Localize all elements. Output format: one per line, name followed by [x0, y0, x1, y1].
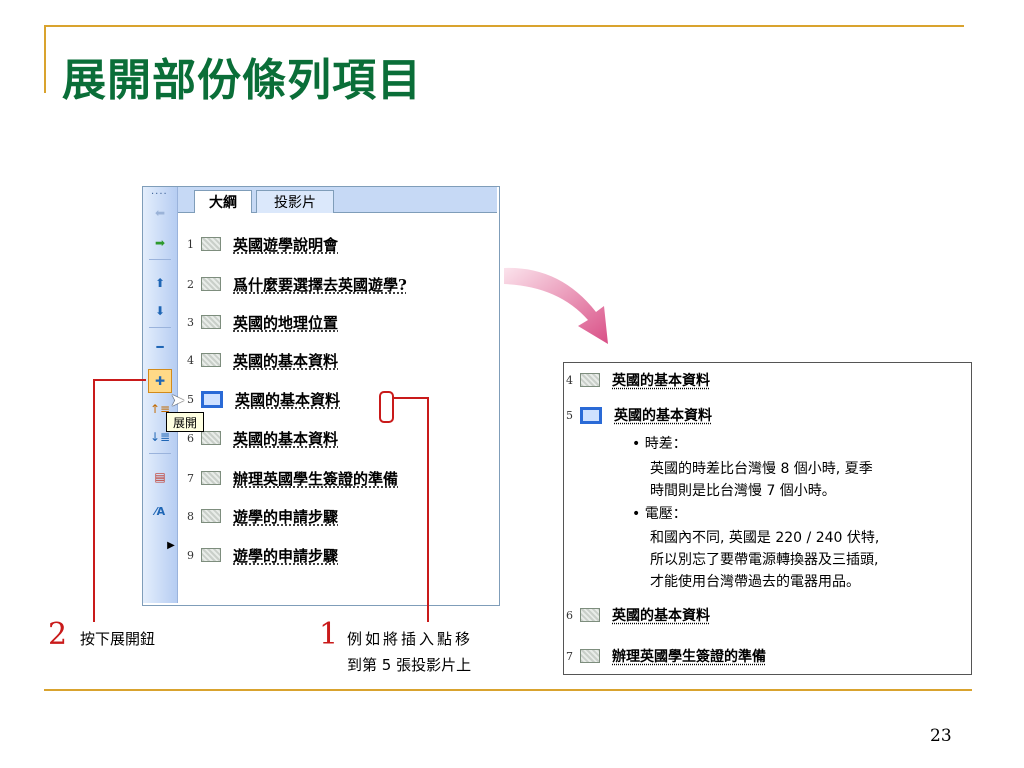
bullet-detail: 英國的時差比台灣慢 8 個小時, 夏季	[650, 461, 873, 477]
result-row-selected[interactable]: 5 英國的基本資料	[566, 404, 712, 426]
slide-number: 1	[187, 237, 194, 251]
slide-title-text[interactable]: 英國的基本資料	[612, 605, 710, 625]
slide-icon	[201, 237, 221, 251]
bullet-detail: 所以別忘了要帶電源轉換器及三插頭,	[650, 552, 879, 568]
slide-number: 9	[187, 548, 194, 562]
slide-title-text[interactable]: 英國遊學說明會	[233, 234, 338, 255]
outline-row[interactable]: 7 辦理英國學生簽證的準備	[187, 467, 398, 489]
toolbar-separator	[149, 259, 171, 260]
page-number: 23	[930, 726, 952, 746]
callout-line	[93, 379, 146, 381]
expand-icon[interactable]: ✚	[148, 369, 172, 393]
slide-number: 6	[187, 431, 194, 445]
slide-number: 7	[566, 649, 573, 663]
slide-number: 7	[187, 471, 194, 485]
slide-number: 8	[187, 509, 194, 523]
slide-icon	[201, 471, 221, 485]
slide-icon	[580, 608, 600, 622]
bullet-detail: 和國內不同, 英國是 220 / 240 伏特,	[650, 530, 880, 546]
slide-title-text[interactable]: 英國的基本資料	[614, 405, 712, 425]
step-1-text-line1: 例如將插入點移	[347, 630, 474, 648]
outline-row[interactable]: 1 英國遊學說明會	[187, 233, 338, 255]
slide-icon	[580, 649, 600, 663]
slide-icon	[201, 277, 221, 291]
outline-row[interactable]: 3 英國的地理位置	[187, 311, 338, 333]
slide-number: 6	[566, 608, 573, 622]
tab-outline[interactable]: 大綱	[194, 190, 252, 213]
slide-number: 4	[566, 373, 573, 387]
slide-title-text[interactable]: 英國的基本資料	[233, 428, 338, 449]
slide-title-text[interactable]: 爲什麼要選擇去英國遊學?	[233, 274, 407, 295]
slide-icon	[201, 353, 221, 367]
callout-line	[392, 397, 429, 399]
slide-title-text[interactable]: 英國的基本資料	[612, 370, 710, 390]
slide-title-text[interactable]: 遊學的申請步驟	[233, 506, 338, 527]
slide-title-text[interactable]: 遊學的申請步驟	[233, 545, 338, 566]
slide-number: 5	[187, 392, 194, 406]
move-up-icon[interactable]: ⬆	[150, 273, 170, 293]
slide-icon	[201, 390, 223, 408]
outline-row-selected[interactable]: 5 英國的基本資料	[187, 388, 340, 410]
mouse-pointer-icon: ➤	[170, 390, 186, 411]
slide-icon	[201, 315, 221, 329]
slide-title-text[interactable]: 辦理英國學生簽證的準備	[233, 468, 398, 489]
outline-row[interactable]: 6 英國的基本資料	[187, 427, 338, 449]
slide-number: 4	[187, 353, 194, 367]
outline-row[interactable]: 4 英國的基本資料	[187, 349, 338, 371]
tab-slides[interactable]: 投影片	[256, 190, 334, 213]
slide-title-text[interactable]: 英國的地理位置	[233, 312, 338, 333]
bullet-item[interactable]: • 時差：	[632, 433, 687, 453]
expand-tooltip: 展開	[166, 412, 204, 432]
bullet-head: 電壓：	[644, 506, 687, 522]
slide-title-text[interactable]: 英國的基本資料	[235, 389, 340, 410]
outline-row[interactable]: 2 爲什麼要選擇去英國遊學?	[187, 273, 407, 295]
step-2-text: 按下展開鈕	[80, 630, 156, 648]
move-down-icon[interactable]: ⬇	[150, 301, 170, 321]
slide-icon	[580, 406, 602, 424]
slide-title-text[interactable]: 英國的基本資料	[233, 350, 338, 371]
demote-icon[interactable]: ➡	[150, 233, 170, 253]
top-rule	[44, 25, 964, 27]
slide-title-text[interactable]: 辦理英國學生簽證的準備	[612, 646, 766, 666]
slide-number: 5	[566, 408, 573, 422]
slide-icon	[201, 431, 221, 445]
more-icon[interactable]: ▶	[161, 535, 181, 555]
bullet-detail: 時間則是比台灣慢 7 個小時。	[650, 483, 836, 499]
bullet-head: 時差：	[644, 436, 687, 452]
slide-icon	[580, 373, 600, 387]
insertion-point-highlight	[379, 391, 394, 423]
slide-icon	[201, 509, 221, 523]
collapse-icon[interactable]: ━	[150, 337, 170, 357]
bullet-item[interactable]: • 電壓：	[632, 503, 687, 523]
step-1-number: 1	[319, 617, 339, 652]
step-1-text-line2: 到第 5 張投影片上	[347, 656, 472, 674]
summary-slide-icon[interactable]: ▤	[150, 467, 170, 487]
outline-row[interactable]: 8 遊學的申請步驟	[187, 505, 338, 527]
toolbar-separator	[149, 453, 171, 454]
bullet-detail: 才能使用台灣帶過去的電器用品。	[650, 574, 860, 590]
result-arrow-icon	[504, 267, 608, 344]
slide-number: 2	[187, 277, 194, 291]
slide-number: 3	[187, 315, 194, 329]
slide-icon	[201, 548, 221, 562]
callout-line	[93, 379, 95, 622]
outline-row[interactable]: 9 遊學的申請步驟	[187, 544, 338, 566]
left-rule	[44, 25, 46, 93]
result-row[interactable]: 7 辦理英國學生簽證的準備	[566, 645, 766, 667]
result-row[interactable]: 6 英國的基本資料	[566, 604, 710, 626]
slide-title: 展開部份條列項目	[62, 55, 422, 106]
show-formatting-icon[interactable]: ⁄A	[150, 501, 170, 521]
toolbar-grip: ····	[151, 189, 168, 200]
step-2-number: 2	[48, 617, 68, 652]
bottom-rule	[44, 689, 972, 691]
result-row[interactable]: 4 英國的基本資料	[566, 369, 710, 391]
toolbar-separator	[149, 327, 171, 328]
callout-line	[427, 397, 429, 622]
promote-icon[interactable]: ⬅	[150, 203, 170, 223]
